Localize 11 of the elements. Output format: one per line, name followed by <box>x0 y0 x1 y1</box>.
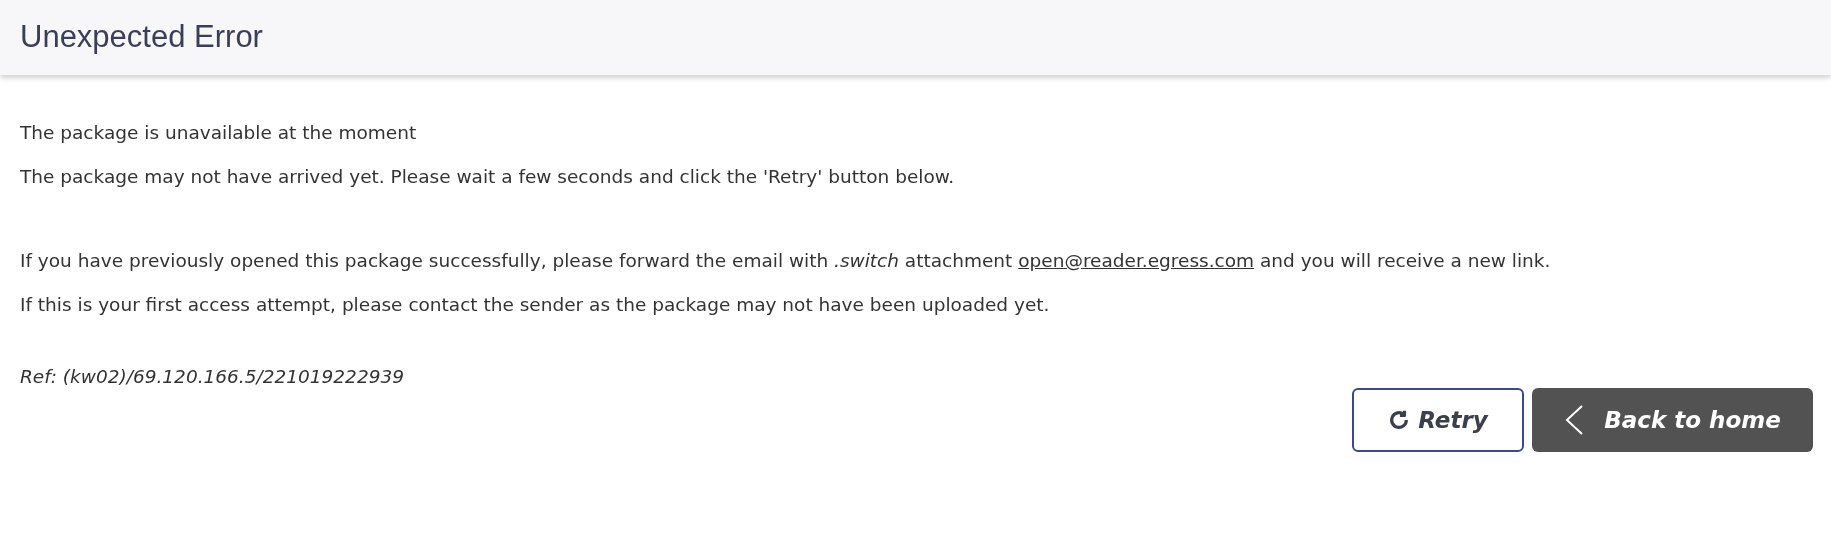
reference-text: Ref: (kw02)/69.120.166.5/221019222939 <box>20 365 405 389</box>
page-title: Unexpected Error <box>20 18 263 57</box>
message-text: If you have previously opened this package successfully, please forward the email with .switch attachment open@reader.egress.com and you will receive a new link. <box>20 249 1552 273</box>
refresh-icon <box>1388 409 1411 431</box>
email-link[interactable]: open@reader.egress.com <box>1018 250 1255 271</box>
message-text: If this is your first access attempt, please contact the sender as the package may not have been uploaded yet. <box>20 293 1051 317</box>
message-text: The package may not have arrived yet. Please wait a few seconds and click the 'Retry' button below. <box>20 165 956 189</box>
message-text: The package is unavailable at the moment <box>20 121 418 145</box>
back-button[interactable]: Back to home <box>1532 388 1813 452</box>
chevron-left-icon <box>1564 404 1585 436</box>
retry-button[interactable]: Retry <box>1352 388 1524 452</box>
